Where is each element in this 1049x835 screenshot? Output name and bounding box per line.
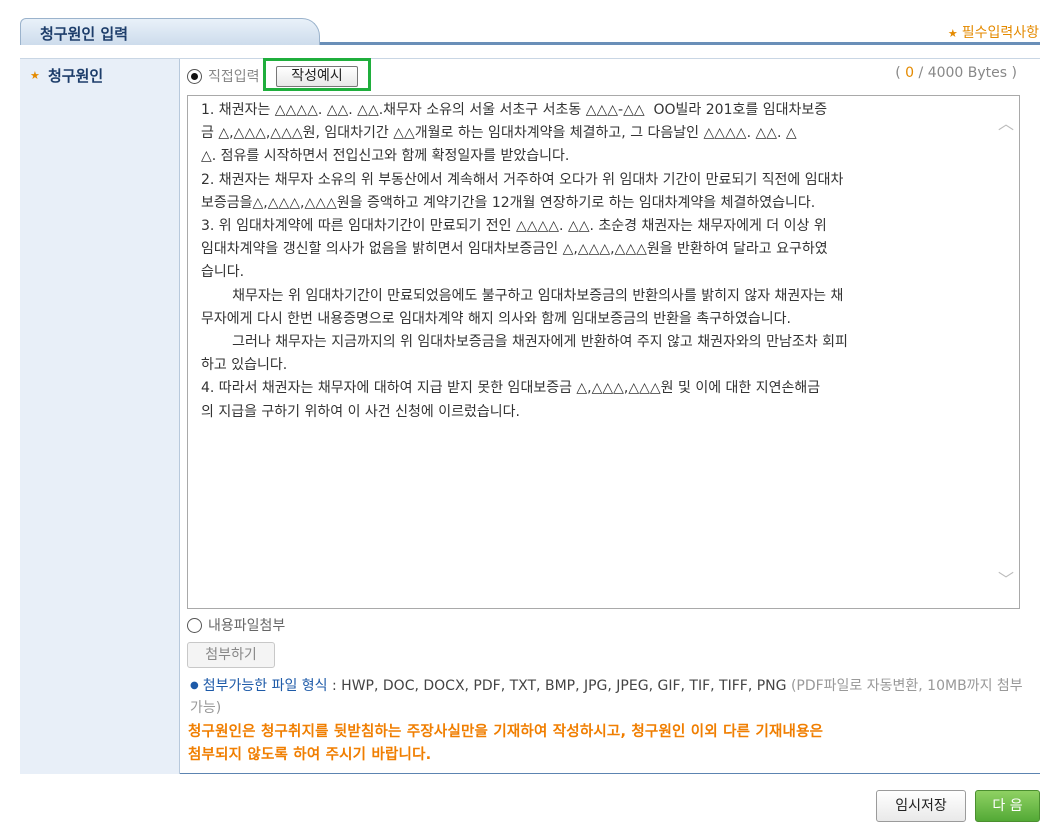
next-button[interactable]: 다 음 xyxy=(975,790,1040,822)
warning-text: 청구원인은 청구취지를 뒷받침하는 주장사실만을 기재하여 작성하시고, 청구원… xyxy=(188,721,1008,767)
claim-text: 1. 채권자는 △△△△. △△. △△.채무자 소유의 서울 서초구 서초동 … xyxy=(201,102,848,420)
byte-counter-rest: / 4000 Bytes ) xyxy=(918,65,1017,81)
warning-line-2: 첨부되지 않도록 하여 주시기 바랍니다. xyxy=(188,747,432,763)
file-types-title: 첨부가능한 파일 형식 xyxy=(202,678,328,694)
byte-counter: ( 0 / 4000 Bytes ) xyxy=(895,65,1017,81)
bullet-icon: ● xyxy=(190,680,199,691)
example-button[interactable]: 작성예시 xyxy=(276,66,358,87)
required-note-text: 필수입력사항 xyxy=(961,25,1039,41)
file-attach-label: 내용파일첨부 xyxy=(208,618,286,634)
required-star-icon: ★ xyxy=(947,27,958,40)
temp-save-button[interactable]: 임시저장 xyxy=(876,790,966,822)
direct-input-label: 직접입력 xyxy=(208,69,260,85)
label-star-icon: ★ xyxy=(30,69,40,82)
scroll-down-icon[interactable]: ﹀ xyxy=(998,572,1014,588)
byte-counter-current: 0 xyxy=(905,65,915,81)
direct-input-radio[interactable] xyxy=(187,69,202,84)
warning-line-1: 청구원인은 청구취지를 뒷받침하는 주장사실만을 기재하여 작성하시고, 청구원… xyxy=(188,724,824,740)
file-types-list: : HWP, DOC, DOCX, PDF, TXT, BMP, JPG, JP… xyxy=(327,678,791,694)
field-label: 청구원인 xyxy=(48,67,104,85)
file-attach-radio[interactable] xyxy=(187,618,202,633)
claim-textarea[interactable]: 1. 채권자는 △△△△. △△. △△.채무자 소유의 서울 서초구 서초동 … xyxy=(187,95,1020,609)
page-title: 청구원인 입력 xyxy=(40,25,129,43)
attach-button[interactable]: 첨부하기 xyxy=(187,642,275,668)
label-column: ★ 청구원인 xyxy=(20,59,180,774)
required-note: ★ 필수입력사항 xyxy=(948,22,1039,42)
file-types-info: ● 첨부가능한 파일 형식 : HWP, DOC, DOCX, PDF, TXT,… xyxy=(190,675,1030,719)
scroll-up-icon[interactable]: ︿ xyxy=(998,116,1014,132)
byte-counter-open: ( xyxy=(895,65,901,81)
